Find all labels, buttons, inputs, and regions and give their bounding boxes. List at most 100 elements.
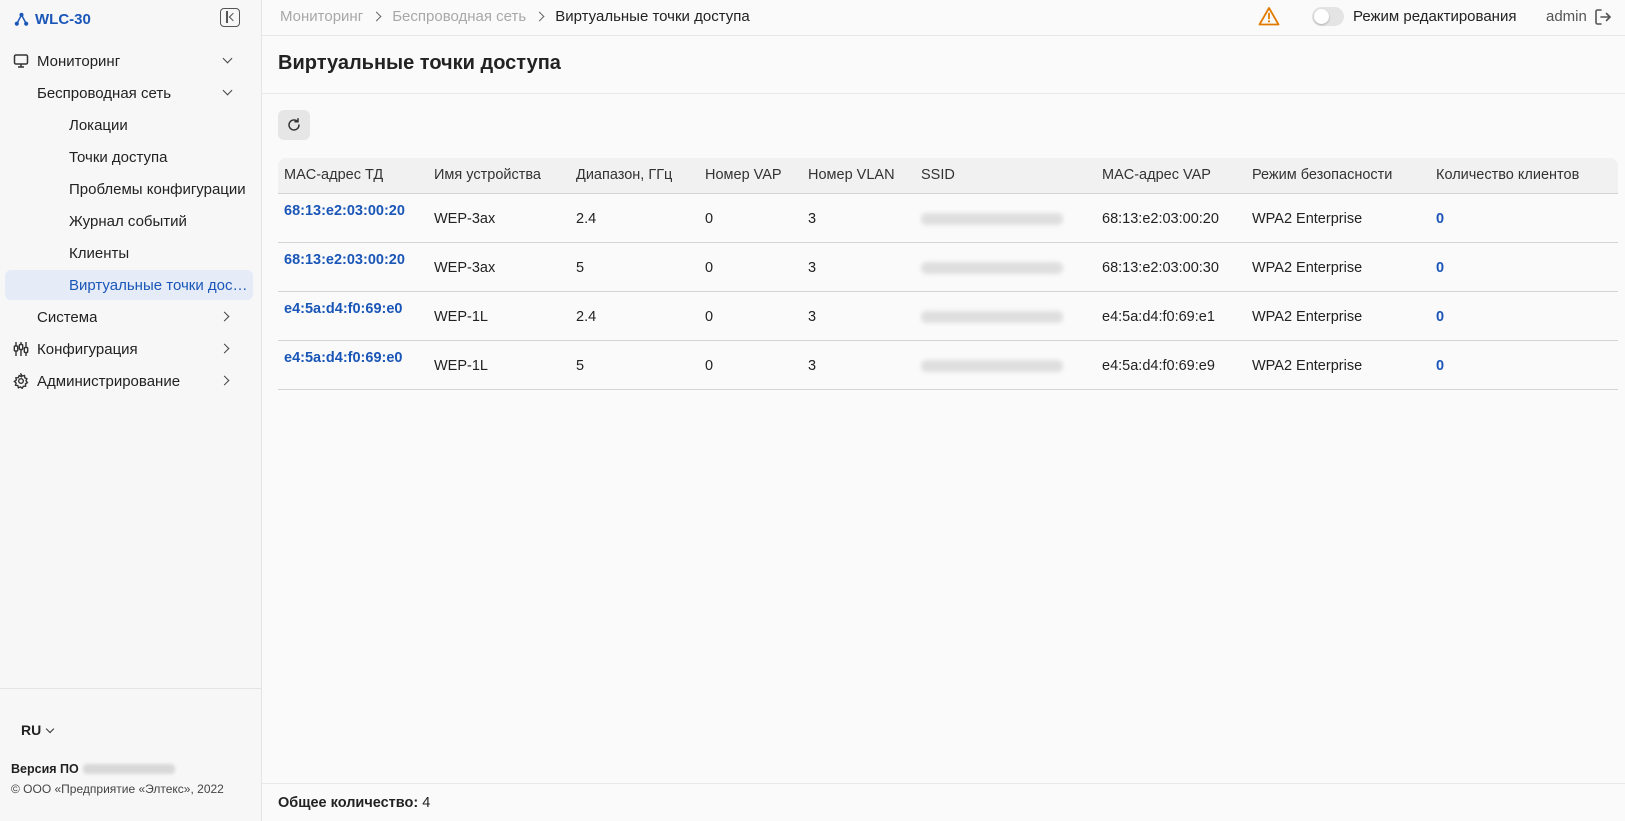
chevron-down-icon: [222, 53, 233, 64]
clients-count-link[interactable]: 0: [1436, 260, 1444, 276]
column-header[interactable]: SSID: [921, 167, 955, 183]
vap-mac: e4:5a:d4:f0:69:e9: [1102, 358, 1215, 374]
security-mode: WPA2 Enterprise: [1252, 211, 1363, 227]
chevron-right-icon: [219, 375, 230, 386]
column-header[interactable]: MAC-адрес VAP: [1102, 167, 1211, 183]
device-name: WEP-1L: [434, 309, 488, 325]
sidebar-item-wireless[interactable]: Беспроводная сеть: [5, 78, 253, 108]
column-header[interactable]: Режим безопасности: [1252, 167, 1392, 183]
table-footer: Общее количество: 4: [262, 783, 1625, 821]
table-header: MAC-адрес ТД Имя устройства Диапазон, ГГ…: [278, 158, 1618, 194]
vlan-number: 3: [808, 309, 817, 325]
version-info: Версия ПО: [11, 762, 175, 776]
breadcrumb-monitoring[interactable]: Мониторинг: [280, 8, 363, 25]
top-bar: Мониторинг Беспроводная сеть Виртуальные…: [262, 0, 1625, 36]
ssid-redacted: [921, 213, 1063, 225]
sidebar-item-system[interactable]: Система: [5, 302, 253, 332]
sidebar-item-administration[interactable]: Администрирование: [5, 366, 253, 396]
sidebar: WLC-30 Мониторинг Беспроводная сеть Лока…: [0, 0, 262, 821]
language-select[interactable]: RU: [21, 722, 55, 738]
breadcrumb-wireless[interactable]: Беспроводная сеть: [392, 8, 526, 25]
ap-mac-link[interactable]: 68:13:e2:03:00:20: [284, 203, 405, 219]
warning-icon[interactable]: [1258, 6, 1280, 26]
table-row[interactable]: e4:5a:d4:f0:69:e0 WEP-1L 2.4 0 3 e4:5a:d…: [278, 292, 1618, 341]
device-name: WEP-3ax: [434, 211, 496, 227]
chevron-right-icon: [219, 311, 230, 322]
band: 2.4: [576, 211, 597, 227]
chevron-down-icon: [45, 724, 55, 733]
ssid-redacted: [921, 360, 1063, 372]
vap-number: 0: [705, 211, 714, 227]
breadcrumb-current: Виртуальные точки доступа: [555, 8, 750, 25]
chevron-down-icon: [222, 85, 233, 96]
ap-mac-link[interactable]: e4:5a:d4:f0:69:e0: [284, 301, 402, 317]
virtual-ap-table: MAC-адрес ТД Имя устройства Диапазон, ГГ…: [278, 158, 1618, 390]
sidebar-item-config-problems[interactable]: Проблемы конфигурации: [5, 174, 253, 204]
breadcrumb: Мониторинг Беспроводная сеть Виртуальные…: [280, 8, 750, 25]
sidebar-item-virtual-aps[interactable]: Виртуальные точки доступа: [5, 270, 253, 300]
column-header[interactable]: MAC-адрес ТД: [284, 167, 383, 183]
vap-mac: e4:5a:d4:f0:69:e1: [1102, 309, 1215, 325]
column-header[interactable]: Диапазон, ГГц: [576, 167, 672, 183]
table-row[interactable]: e4:5a:d4:f0:69:e0 WEP-1L 5 0 3 e4:5a:d4:…: [278, 341, 1618, 390]
total-count: Общее количество: 4: [278, 795, 430, 811]
security-mode: WPA2 Enterprise: [1252, 358, 1363, 374]
sidebar-item-event-log[interactable]: Журнал событий: [5, 206, 253, 236]
page-header: Виртуальные точки доступа: [262, 37, 1625, 94]
clients-count-link[interactable]: 0: [1436, 211, 1444, 227]
column-header[interactable]: Имя устройства: [434, 167, 541, 183]
logout-icon[interactable]: [1593, 7, 1613, 27]
refresh-icon: [288, 118, 300, 131]
column-header[interactable]: Номер VLAN: [808, 167, 895, 183]
sidebar-item-locations[interactable]: Локации: [5, 110, 253, 140]
ssid-redacted: [921, 262, 1063, 274]
vap-number: 0: [705, 260, 714, 276]
total-label: Общее количество:: [278, 795, 419, 811]
user-name[interactable]: admin: [1546, 8, 1587, 25]
ap-mac-link[interactable]: e4:5a:d4:f0:69:e0: [284, 350, 402, 366]
page-title: Виртуальные точки доступа: [278, 52, 561, 74]
edit-mode-label: Режим редактирования: [1353, 8, 1517, 25]
edit-mode-toggle[interactable]: [1312, 7, 1344, 26]
version-value-redacted: [82, 764, 175, 774]
vap-number: 0: [705, 309, 714, 325]
sidebar-item-access-points[interactable]: Точки доступа: [5, 142, 253, 172]
vap-mac: 68:13:e2:03:00:20: [1102, 211, 1219, 227]
copyright: © ООО «Предприятие «Элтекс», 2022: [11, 782, 224, 796]
column-header[interactable]: Номер VAP: [705, 167, 782, 183]
device-name: WEP-1L: [434, 358, 488, 374]
gear-icon: [13, 373, 29, 389]
chevron-right-icon: [219, 343, 230, 354]
refresh-button[interactable]: [278, 110, 310, 140]
clients-count-link[interactable]: 0: [1436, 358, 1444, 374]
column-header[interactable]: Количество клиентов: [1436, 167, 1579, 183]
vlan-number: 3: [808, 260, 817, 276]
vlan-number: 3: [808, 358, 817, 374]
network-icon: [14, 12, 29, 26]
table-row[interactable]: 68:13:e2:03:00:20 WEP-3ax 5 0 3 68:13:e2…: [278, 243, 1618, 292]
chevron-right-icon: [371, 11, 382, 22]
ssid-redacted: [921, 311, 1063, 323]
clients-count-link[interactable]: 0: [1436, 309, 1444, 325]
app-logo[interactable]: WLC-30: [14, 8, 91, 30]
sidebar-footer: RU Версия ПО © ООО «Предприятие «Элтекс»…: [0, 688, 261, 821]
device-name: WEP-3ax: [434, 260, 496, 276]
vlan-number: 3: [808, 211, 817, 227]
security-mode: WPA2 Enterprise: [1252, 309, 1363, 325]
sidebar-item-configuration[interactable]: Конфигурация: [5, 334, 253, 364]
band: 5: [576, 260, 585, 276]
sliders-icon: [13, 342, 29, 356]
table-row[interactable]: 68:13:e2:03:00:20 WEP-3ax 2.4 0 3 68:13:…: [278, 194, 1618, 243]
band: 2.4: [576, 309, 597, 325]
app-title: WLC-30: [35, 10, 91, 28]
monitor-icon: [13, 54, 29, 68]
collapse-sidebar-icon[interactable]: [220, 8, 240, 27]
security-mode: WPA2 Enterprise: [1252, 260, 1363, 276]
vap-number: 0: [705, 358, 714, 374]
sidebar-item-clients[interactable]: Клиенты: [5, 238, 253, 268]
vap-mac: 68:13:e2:03:00:30: [1102, 260, 1219, 276]
ap-mac-link[interactable]: 68:13:e2:03:00:20: [284, 252, 405, 268]
sidebar-item-monitoring[interactable]: Мониторинг: [5, 46, 253, 76]
band: 5: [576, 358, 585, 374]
chevron-right-icon: [534, 11, 545, 22]
